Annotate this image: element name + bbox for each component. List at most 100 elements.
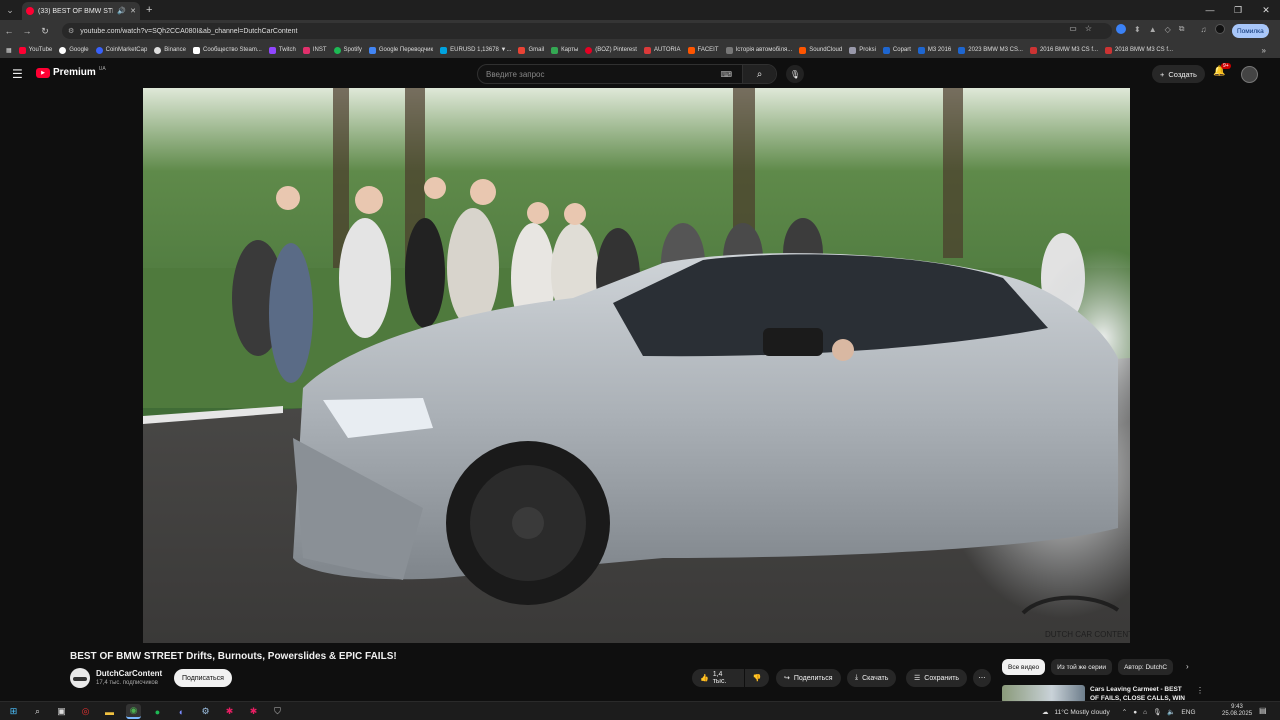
extension-icon[interactable]: ◇	[1165, 25, 1171, 34]
tray-app-icon[interactable]: ●	[1133, 709, 1137, 716]
subscribe-button[interactable]: Подписаться	[174, 669, 232, 687]
back-icon[interactable]: ←	[0, 20, 18, 42]
opera-icon[interactable]: ◎	[78, 704, 93, 719]
account-avatar[interactable]	[1241, 66, 1258, 83]
bookmark-item[interactable]: Proksi	[849, 46, 876, 54]
mic-icon[interactable]: 🎙	[1153, 708, 1161, 716]
url-input[interactable]: ⚙ youtube.com/watch?v=SQh2CCA080I&ab_cha…	[62, 23, 1112, 39]
bookmarks-bar: ▦ YouTube Google CoinMarketCap Binance С…	[0, 42, 1280, 58]
chevron-up-icon[interactable]: ⌃	[1122, 708, 1127, 716]
extension-icon[interactable]	[1116, 24, 1126, 34]
spotify-icon[interactable]: ●	[150, 704, 165, 719]
save-button[interactable]: ☰ Сохранить	[906, 669, 968, 687]
file-explorer-icon[interactable]: ▬	[102, 704, 117, 719]
keyboard-icon[interactable]: ⌨	[720, 70, 732, 79]
close-tab-icon[interactable]: ✕	[130, 7, 136, 15]
clock[interactable]: 9:43 25.08.2025	[1222, 704, 1252, 718]
menu-hamburger-icon[interactable]: ☰	[12, 67, 23, 81]
browser-tab-active[interactable]: (33) BEST OF BMW STREET 🔊 ✕	[22, 2, 140, 20]
app-icon[interactable]: ✱	[246, 704, 261, 719]
tab-search-icon[interactable]: ⌄	[0, 0, 20, 20]
bookmark-item[interactable]: Google	[59, 46, 89, 54]
network-icon[interactable]: ⌂	[1143, 709, 1147, 716]
address-toolbar: ← → ↻ ⚙ youtube.com/watch?v=SQh2CCA080I&…	[0, 20, 1280, 42]
more-actions-button[interactable]: ⋯	[973, 669, 991, 687]
extensions-puzzle-icon[interactable]: ⧉	[1179, 24, 1185, 34]
like-button[interactable]: 👍 1,4 тыс.	[692, 669, 744, 687]
app-icon[interactable]: ✱	[222, 704, 237, 719]
bookmark-item[interactable]: Google Переводчик	[368, 46, 433, 54]
bookmark-item[interactable]: Copart	[882, 46, 911, 54]
close-window-icon[interactable]: ✕	[1252, 0, 1280, 20]
chip-author[interactable]: Автор: DutchC	[1118, 659, 1174, 675]
create-button[interactable]: + Создать	[1152, 65, 1205, 83]
omnibox-actions: ▭ ☆	[1069, 24, 1092, 33]
steam-icon[interactable]: ⚙	[198, 704, 213, 719]
bookmark-item[interactable]: SoundCloud	[799, 46, 842, 54]
notifications-bell-icon[interactable]: 🔔 9+	[1213, 63, 1231, 77]
browser-menu-icon[interactable]: ⋮	[1262, 24, 1271, 35]
cast-icon[interactable]: ▭	[1069, 24, 1077, 33]
share-arrow-icon: ↪	[784, 675, 790, 682]
restore-icon[interactable]: ❐	[1224, 0, 1252, 20]
youtube-premium-logo[interactable]: ▶ Premium UA	[36, 66, 106, 78]
bookmark-item[interactable]: (BOZ) Pinterest	[585, 46, 637, 54]
extension-icon[interactable]: ⬍	[1134, 25, 1141, 34]
new-tab-icon[interactable]: +	[146, 4, 152, 16]
weather-cloud-icon[interactable]: ☁	[1042, 708, 1049, 716]
bookmark-item[interactable]: Історія автомобіля...	[725, 46, 792, 54]
channel-name[interactable]: DutchCarContent	[96, 669, 162, 678]
windows-start-icon[interactable]: ⊞	[6, 704, 21, 719]
more-dots-icon: ⋯	[978, 675, 986, 682]
chevron-right-icon[interactable]: ›	[1186, 662, 1189, 671]
bookmark-item[interactable]: M3 2016	[917, 46, 951, 54]
search-button[interactable]: ⌕	[742, 65, 776, 83]
voice-search-mic-icon[interactable]: 🎙	[786, 65, 804, 83]
discord-icon[interactable]: ◐	[174, 704, 189, 719]
apps-grid-icon[interactable]: ▦	[6, 47, 12, 54]
bookmark-item[interactable]: YouTube	[18, 46, 52, 54]
shield-icon[interactable]: ⛉	[270, 704, 285, 719]
bookmark-star-icon[interactable]: ☆	[1085, 24, 1092, 33]
bookmark-item[interactable]: Spotify	[333, 46, 362, 54]
recommended-menu-icon[interactable]: ⋮	[1196, 686, 1204, 695]
chip-all-videos[interactable]: Все видео	[1002, 659, 1046, 675]
weather-text[interactable]: 11°C Mostly cloudy	[1055, 709, 1110, 716]
bookmark-item[interactable]: Карты	[551, 46, 578, 54]
minimize-icon[interactable]: —	[1196, 0, 1224, 20]
media-control-icon[interactable]: ♫	[1201, 25, 1207, 34]
audio-playing-icon[interactable]: 🔊	[117, 7, 126, 15]
forward-icon[interactable]: →	[18, 20, 36, 42]
task-view-icon[interactable]: ▣	[54, 704, 69, 719]
bookmark-item[interactable]: Gmail	[518, 46, 544, 54]
bookmark-item[interactable]: Twitch	[268, 46, 296, 54]
bookmark-item[interactable]: EURUSD 1,13678 ▼...	[440, 46, 511, 54]
site-info-icon[interactable]: ⚙	[68, 27, 74, 35]
video-player[interactable]: DUTCH CAR CONTENT	[143, 88, 1130, 643]
profile-icon[interactable]	[1214, 24, 1225, 34]
bookmark-item[interactable]: AUTORIA	[643, 46, 681, 54]
chip-same-series[interactable]: Из той же серии	[1051, 659, 1113, 675]
reload-icon[interactable]: ↻	[36, 20, 54, 42]
search-icon[interactable]: ⌕	[30, 704, 45, 719]
notifications-icon[interactable]: ▤	[1259, 706, 1267, 715]
bookmark-item[interactable]: 2023 BMW M3 CS...	[958, 46, 1023, 54]
extension-icon[interactable]: ▲	[1149, 25, 1157, 34]
more-bookmarks-icon[interactable]: »	[1262, 42, 1266, 58]
bookmark-item[interactable]: Binance	[154, 46, 186, 54]
chrome-icon[interactable]: ◉	[126, 704, 141, 719]
volume-icon[interactable]: 🔈	[1167, 708, 1175, 716]
bookmark-item[interactable]: FACEIT	[687, 46, 719, 54]
share-button[interactable]: ↪ Поделиться	[776, 669, 841, 687]
bookmark-item[interactable]: Сообщество Steam...	[192, 46, 262, 54]
bookmark-item[interactable]: INST	[302, 46, 327, 54]
bookmark-item[interactable]: CoinMarketCap	[95, 46, 147, 54]
bookmark-item[interactable]: 2018 BMW M3 CS f...	[1105, 46, 1173, 54]
download-button[interactable]: ⤓ Скачать	[847, 669, 897, 687]
download-icon: ⤓	[855, 674, 859, 681]
bookmark-item[interactable]: 2016 BMW M3 CS f...	[1029, 46, 1098, 54]
dislike-button[interactable]: 👎	[745, 669, 769, 687]
search-input[interactable]: Введите запрос	[478, 70, 720, 79]
language-indicator[interactable]: ENG	[1181, 709, 1195, 716]
channel-avatar[interactable]	[70, 668, 90, 688]
